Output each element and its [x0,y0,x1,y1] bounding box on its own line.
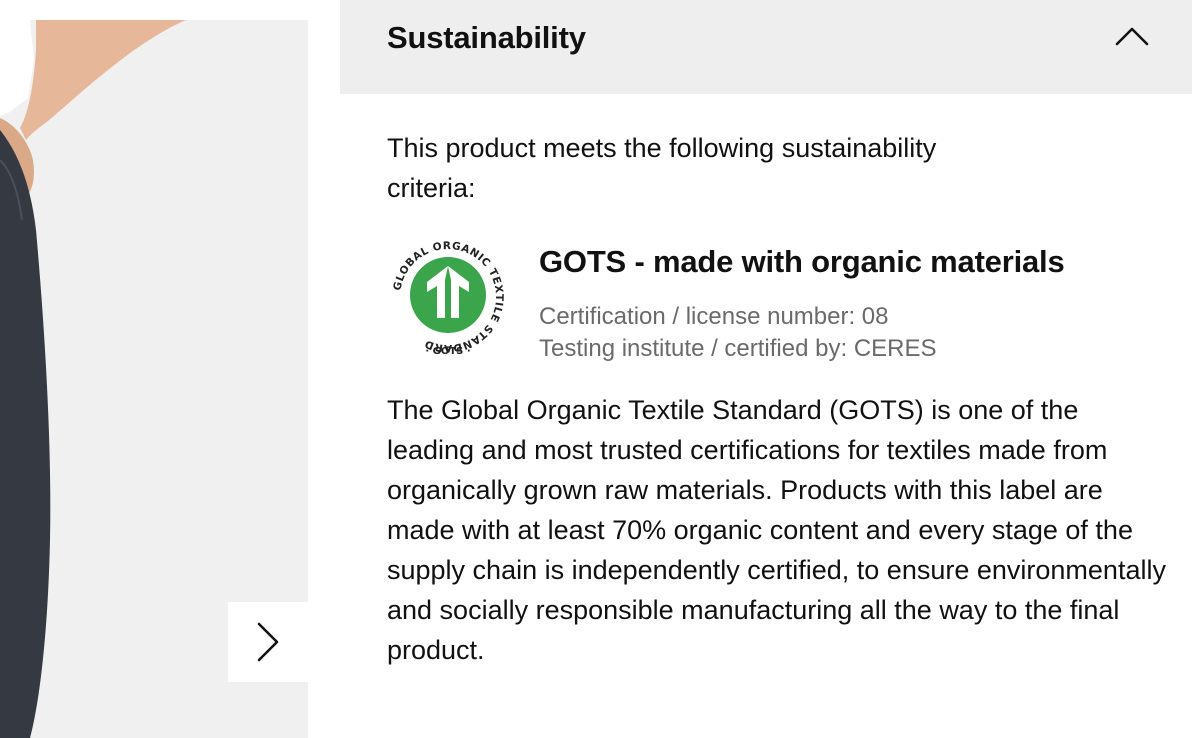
certification-license: Certification / license number: 08 [539,303,889,330]
sustainability-intro: This product meets the following sustain… [387,133,937,203]
certification-item: GLOBAL ORGANIC TEXTILE STANDARD · GOTS ·… [387,236,1167,366]
svg-text:· GOTS ·: · GOTS · [425,346,470,357]
product-page: Sustainability This product meets the fo… [0,0,1192,738]
accordion-header[interactable]: Sustainability [340,0,1192,94]
gots-logo-icon: GLOBAL ORGANIC TEXTILE STANDARD · GOTS · [390,239,506,357]
certification-description: The Global Organic Textile Standard (GOT… [387,395,1166,665]
product-image-gallery [0,20,308,738]
next-image-button[interactable] [228,602,308,682]
chevron-right-icon [257,622,279,662]
sustainability-accordion: Sustainability This product meets the fo… [340,0,1192,738]
chevron-up-icon[interactable] [1114,24,1150,48]
certification-title: GOTS - made with organic materials [539,244,1065,279]
certification-institute: Testing institute / certified by: CERES [539,335,937,362]
accordion-title: Sustainability [387,20,586,55]
